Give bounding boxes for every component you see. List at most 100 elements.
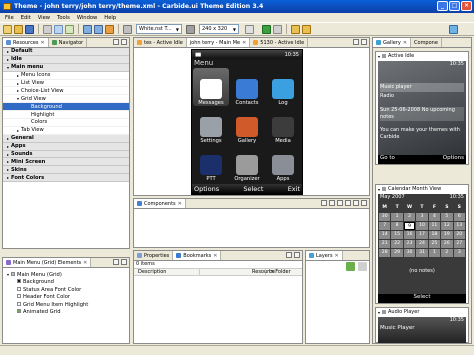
tab-gallery[interactable]: Gallery ✕ — [373, 38, 412, 47]
layer-menu-icon[interactable] — [358, 262, 367, 271]
column-description[interactable]: Description — [134, 269, 200, 275]
close-icon[interactable]: ✕ — [403, 40, 407, 46]
back-icon[interactable] — [291, 24, 300, 34]
phone-menu-item[interactable]: Settings — [193, 106, 229, 144]
device-icon[interactable] — [186, 24, 195, 34]
maximize-panel-button[interactable] — [361, 39, 367, 45]
column-resource[interactable]: Resource — [200, 269, 275, 275]
tree-group[interactable]: ▾ Main menu — [3, 63, 129, 72]
close-button[interactable]: × — [461, 1, 472, 11]
phone-menu-item[interactable]: Gallery — [229, 106, 265, 144]
forward-icon[interactable] — [302, 24, 311, 34]
tab-properties[interactable]: Properties — [134, 251, 174, 260]
close-icon[interactable]: ✕ — [178, 201, 182, 207]
maximize-panel-button[interactable] — [121, 259, 127, 265]
gallery-thumb-calendar[interactable]: ▾ Calendar Month View May 2007 10:35 M T W T… — [375, 184, 469, 304]
menu-edit[interactable]: Edit — [21, 15, 31, 21]
tab-components-gallery[interactable]: Compone — [411, 38, 442, 47]
element-item[interactable]: Grid Menu Item Highlight — [5, 301, 127, 309]
element-item[interactable]: Background — [5, 279, 127, 286]
tree-item[interactable]: ▸ Tab View — [3, 127, 129, 135]
stop-icon[interactable] — [273, 24, 282, 34]
print-icon[interactable] — [43, 24, 52, 34]
maximize-button[interactable]: □ — [449, 1, 460, 11]
maximize-panel-button[interactable] — [121, 39, 127, 45]
save-icon[interactable] — [25, 24, 34, 34]
maximize-panel-button[interactable] — [294, 252, 300, 258]
tree-group[interactable]: ▸ Skins — [3, 166, 129, 175]
menu-help[interactable]: Help — [104, 15, 116, 21]
close-icon[interactable]: ✕ — [335, 253, 339, 259]
minimize-panel-button[interactable] — [113, 39, 119, 45]
component-tool-3[interactable] — [337, 200, 343, 206]
gallery-thumb-active-idle[interactable]: ▾ Active Idle 10:35 Music player Radio Su… — [375, 51, 469, 165]
tree-item[interactable]: ▾ Grid View — [3, 95, 129, 104]
tab-editor-john-terry[interactable]: john terry - Main Me ✕ — [186, 38, 251, 47]
tab-editor-5130[interactable]: 5130 - Active Idle — [250, 38, 309, 47]
tree-item[interactable]: ▸ List View — [3, 80, 129, 88]
phone-menu-item[interactable]: Log — [265, 68, 301, 106]
phone-menu-item[interactable]: Messages — [193, 68, 229, 106]
component-tool-4[interactable] — [345, 200, 351, 206]
close-icon[interactable]: ✕ — [213, 253, 217, 259]
tab-editor-tes[interactable]: tes - Active Idle — [134, 38, 187, 47]
component-tool-5[interactable] — [353, 200, 359, 206]
add-layer-icon[interactable] — [346, 262, 355, 271]
tab-layers[interactable]: Layers ✕ — [306, 251, 343, 260]
tab-bookmarks[interactable]: Bookmarks ✕ — [173, 251, 222, 260]
tree-item[interactable]: Background — [3, 103, 129, 112]
element-item[interactable]: Animated Grid — [5, 309, 127, 316]
minimize-panel-button[interactable] — [286, 252, 292, 258]
component-tool-1[interactable] — [321, 200, 327, 206]
tab-elements[interactable]: Main Menu (Grid) Elements ✕ — [3, 258, 92, 267]
tree-group[interactable]: ▸ Apps — [3, 142, 129, 151]
display-icon[interactable] — [123, 24, 132, 34]
menu-tools[interactable]: Tools — [57, 15, 70, 21]
phone-menu-item[interactable]: Contacts — [229, 68, 265, 106]
resolution-combo[interactable]: 240 x 320 ▼ — [199, 24, 239, 34]
column-in-folder[interactable]: In Folder — [266, 269, 291, 275]
phone-preview[interactable]: ▮▮▮ 10:35 Menu Messages Contacts Log Settin… — [191, 49, 303, 195]
phone-menu-item[interactable]: PTT — [193, 144, 229, 182]
softkey-left[interactable]: Options — [194, 185, 219, 193]
copy-icon[interactable] — [54, 24, 63, 34]
tree-group[interactable]: ▸ General — [3, 134, 129, 143]
close-icon[interactable]: ✕ — [242, 40, 246, 46]
phone-menu-item[interactable]: Apps — [265, 144, 301, 182]
phone-menu-item[interactable]: Media — [265, 106, 301, 144]
close-icon[interactable]: ✕ — [41, 40, 45, 46]
redo-icon[interactable] — [94, 24, 103, 34]
phone-menu-item[interactable]: Organizer — [229, 144, 265, 182]
refresh-icon[interactable] — [245, 24, 254, 34]
gallery-thumb-audio[interactable]: ▾ Audio Player 10:35 Music Player — [375, 307, 469, 343]
new-icon[interactable] — [3, 24, 12, 34]
paste-icon[interactable] — [65, 24, 74, 34]
theme-combo[interactable]: White.nst T... ▼ — [136, 24, 182, 34]
element-item[interactable]: Header Font Color — [5, 294, 127, 301]
tree-group[interactable]: ▸ Font Colors — [3, 174, 129, 183]
minimize-button[interactable]: _ — [437, 1, 448, 11]
tab-resources[interactable]: Resources ✕ — [3, 38, 49, 47]
minimize-panel-button[interactable] — [113, 259, 119, 265]
open-folder-icon[interactable] — [14, 24, 23, 34]
softkey-center[interactable]: Select — [243, 185, 263, 193]
tree-group[interactable]: ▸ Sounds — [3, 150, 129, 159]
tree-item[interactable]: ▸ Menu Icons — [3, 72, 129, 80]
menu-window[interactable]: Window — [77, 15, 97, 21]
tree-item[interactable]: Highlight — [3, 111, 129, 120]
component-tool-2[interactable] — [329, 200, 335, 206]
package-icon[interactable] — [105, 24, 114, 34]
tree-group[interactable]: ▸ Mini Screen — [3, 158, 129, 167]
perspective-icon[interactable] — [449, 24, 458, 34]
close-icon[interactable]: ✕ — [83, 260, 87, 266]
minimize-panel-button[interactable] — [353, 39, 359, 45]
tree-item[interactable]: ▸ Choice-List View — [3, 87, 129, 96]
menu-file[interactable]: File — [5, 15, 14, 21]
tab-components[interactable]: Components ✕ — [134, 199, 186, 208]
component-tool-6[interactable] — [361, 200, 367, 206]
undo-icon[interactable] — [83, 24, 92, 34]
tree-group[interactable]: ▸ Idle — [3, 55, 129, 64]
softkey-right[interactable]: Exit — [288, 185, 300, 193]
menu-view[interactable]: View — [38, 15, 50, 21]
elements-root[interactable]: ▾ Main Menu (Grid) — [5, 271, 127, 279]
